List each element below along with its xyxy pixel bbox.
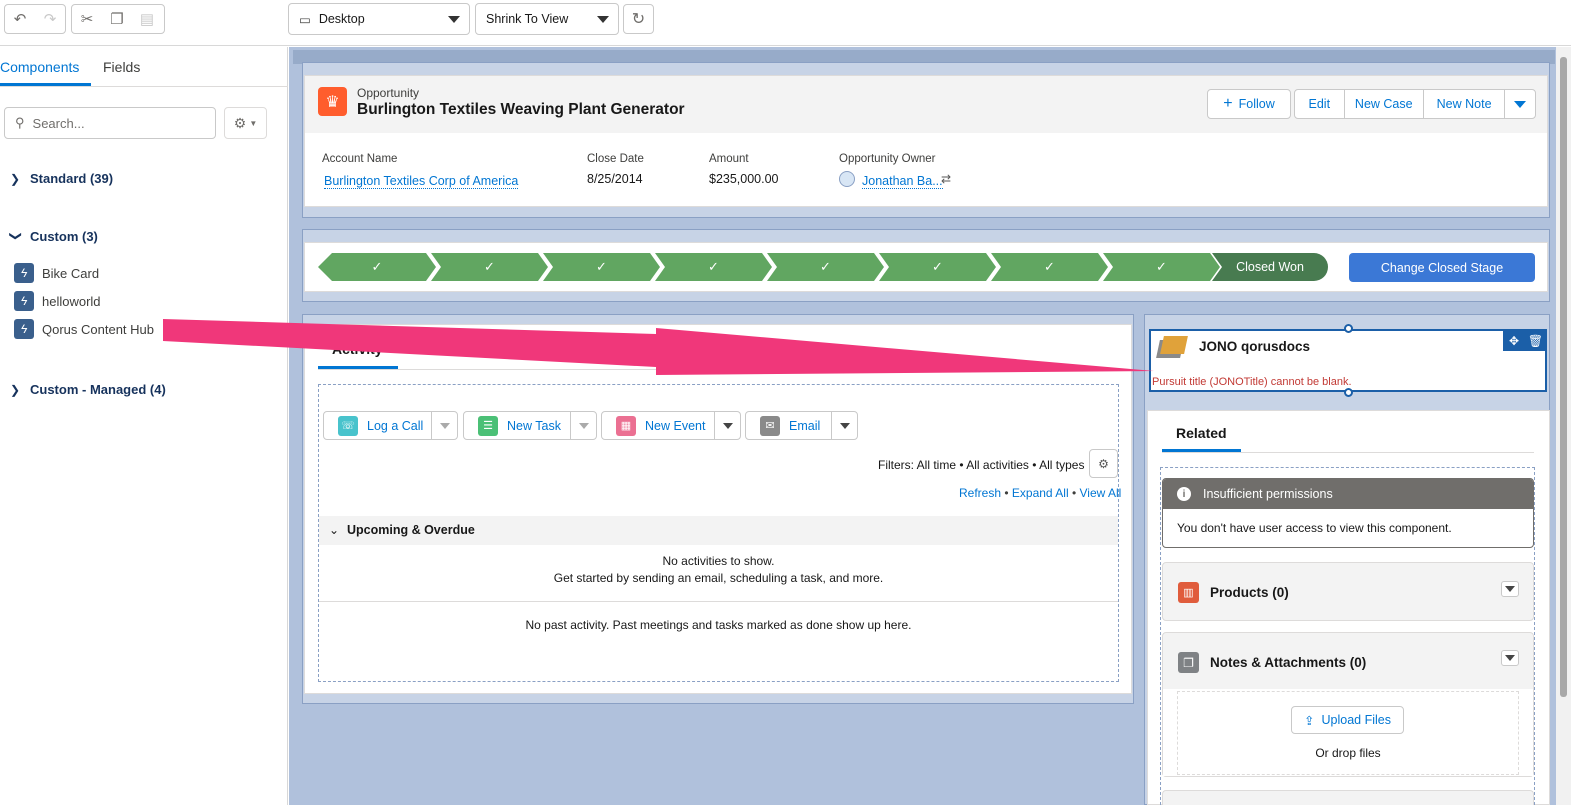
annotation-arrow xyxy=(163,319,1154,375)
arrow-shape xyxy=(163,319,1154,375)
